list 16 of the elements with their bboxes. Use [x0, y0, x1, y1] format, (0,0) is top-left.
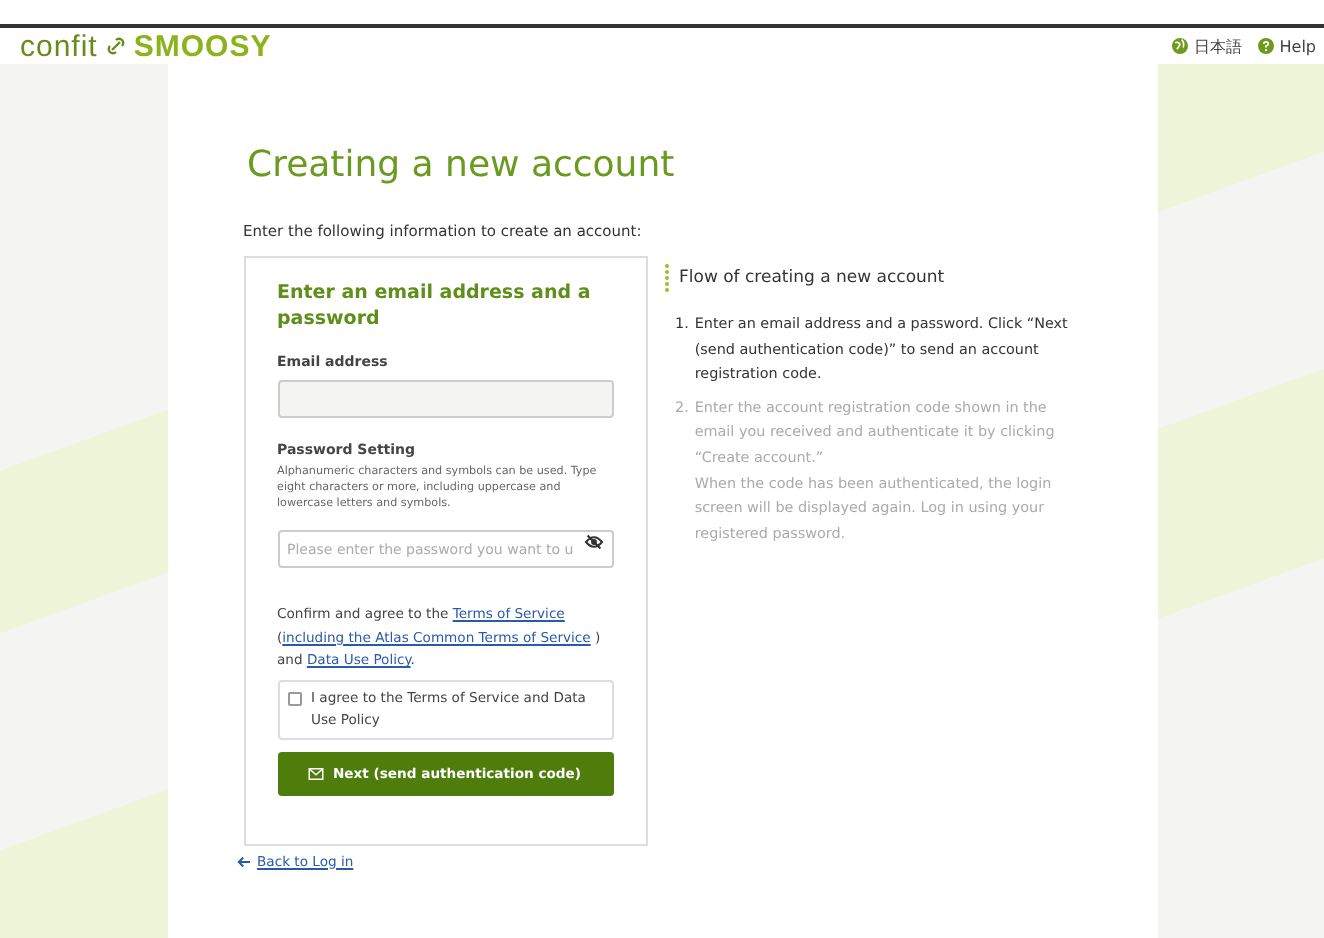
language-link[interactable]: 日本語 — [1171, 35, 1242, 57]
smoosy-logo: SMOOSY — [133, 29, 272, 63]
envelope-icon — [308, 767, 325, 780]
arrow-left-icon — [235, 855, 251, 868]
link-icon — [105, 36, 126, 56]
globe-icon — [1171, 38, 1188, 54]
email-field[interactable] — [277, 379, 613, 418]
help-link[interactable]: Help — [1257, 37, 1316, 55]
page-title: Creating a new account — [247, 144, 677, 186]
eye-slash-icon[interactable] — [583, 533, 603, 550]
checkbox[interactable] — [287, 691, 301, 706]
dotted-bar-icon — [663, 264, 669, 292]
confit-logo: confit — [20, 29, 98, 63]
flow-title: Flow of creating a new account — [679, 268, 945, 288]
form-heading: Enter an email address and a password — [277, 282, 593, 334]
help-icon — [1257, 38, 1274, 54]
